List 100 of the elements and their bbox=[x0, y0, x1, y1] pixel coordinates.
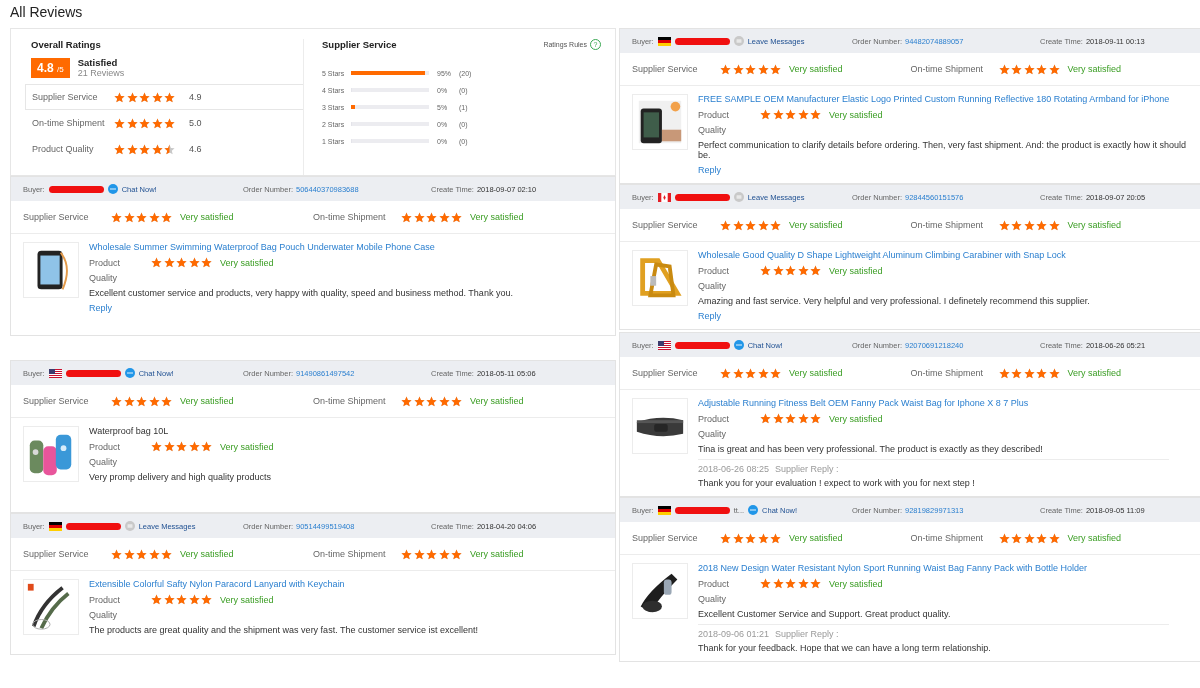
product-label: Product bbox=[698, 413, 731, 424]
star-icon bbox=[1036, 367, 1047, 379]
rating-row[interactable]: On-time Shipment 5.0 bbox=[25, 110, 303, 136]
star-icon bbox=[797, 413, 809, 424]
chat-icon[interactable] bbox=[124, 368, 135, 378]
star-icon bbox=[1023, 367, 1035, 379]
reply-link[interactable]: Reply bbox=[698, 311, 721, 321]
star-icon bbox=[1023, 219, 1035, 231]
rating-label: Supplier Service bbox=[23, 549, 90, 559]
star-icon bbox=[451, 395, 462, 407]
rating-label: Supplier Service bbox=[632, 220, 699, 230]
star-icon bbox=[161, 211, 172, 223]
score-badge: 4.8 /5 bbox=[31, 57, 70, 78]
rating-label: On-time Shipment bbox=[910, 220, 985, 230]
star-icon bbox=[772, 265, 784, 276]
star-icon bbox=[770, 219, 781, 231]
product-link[interactable]: Wholesale Summer Swimming Waterproof Bag Pouch Underwater Mobile Phone Case bbox=[89, 242, 603, 252]
rating-label: Supplier Service bbox=[632, 368, 699, 378]
quality-label: Quality bbox=[89, 457, 118, 467]
rating-row[interactable]: Supplier Service 4.9 bbox=[25, 84, 303, 110]
star-icon bbox=[114, 117, 125, 129]
star-icon bbox=[1036, 219, 1047, 231]
quality-label: Quality bbox=[698, 125, 727, 135]
message-icon[interactable] bbox=[733, 192, 744, 202]
rating-label: On-time Shipment bbox=[910, 64, 985, 74]
chat-icon[interactable] bbox=[733, 340, 744, 350]
star-icon bbox=[201, 441, 212, 452]
star-icon bbox=[745, 219, 756, 231]
star-icon bbox=[136, 395, 147, 407]
reply-link[interactable]: Reply bbox=[89, 303, 112, 313]
redaction-mark bbox=[674, 341, 730, 349]
page-title: All Reviews bbox=[9, 3, 84, 22]
star-icon bbox=[111, 211, 122, 223]
star-icon bbox=[136, 211, 147, 223]
star-icon bbox=[1011, 63, 1022, 75]
rating-verdict: Very satisfied bbox=[220, 257, 274, 268]
star-icon bbox=[760, 578, 771, 589]
star-icon bbox=[139, 91, 150, 103]
star-icon bbox=[785, 413, 796, 424]
star-icon bbox=[163, 594, 175, 605]
star-icon bbox=[114, 143, 125, 155]
star-icon bbox=[732, 532, 744, 544]
product-link[interactable]: Wholesale Good Quality D Shape Lightweight Aluminum Climbing Carabiner with Snap Lock bbox=[698, 250, 1189, 260]
star-icon bbox=[151, 441, 162, 452]
star-icon bbox=[772, 578, 784, 589]
star-icon bbox=[114, 91, 125, 103]
star-icon bbox=[148, 395, 160, 407]
star-icon bbox=[401, 211, 412, 223]
star-icon bbox=[164, 91, 175, 103]
message-icon[interactable] bbox=[733, 36, 744, 46]
star-icon bbox=[1048, 219, 1060, 231]
rating-verdict: Very satisfied bbox=[829, 109, 883, 120]
quality-label: Quality bbox=[698, 281, 727, 291]
review-comment: Tina is great and has been very professional. The product is exactly as they described! bbox=[698, 444, 1044, 454]
rating-label: Supplier Service bbox=[23, 396, 90, 406]
star-icon bbox=[123, 548, 135, 560]
star-icon bbox=[720, 219, 731, 231]
product-link[interactable]: FREE SAMPLE OEM Manufacturer Elastic Logo Printed Custom Running Reflective 180 Rotating Armband for iPhone bbox=[698, 94, 1189, 104]
review-comment: Amazing and fast service. Very helpful and very professional. I definetely recommend this supplier. bbox=[698, 296, 1091, 306]
rating-verdict: Very satisfied bbox=[829, 265, 883, 276]
star-icon bbox=[201, 257, 212, 268]
message-icon[interactable] bbox=[124, 521, 135, 531]
redaction-mark bbox=[48, 185, 104, 193]
product-link[interactable]: Extensible Colorful Safty Nylon Paracord Lanyard with Keychain bbox=[89, 579, 603, 589]
flag-icon bbox=[657, 192, 671, 202]
chat-icon[interactable] bbox=[748, 505, 759, 515]
product-title: Waterproof bag 10L bbox=[89, 426, 170, 436]
rating-verdict: Very satisfied bbox=[1067, 220, 1122, 230]
star-icon bbox=[201, 594, 212, 605]
star-icon bbox=[757, 367, 769, 379]
review-comment: Perfect communication to clarify details before ordering. Then, very fast shipment. And: the product is exactly how it should be. bbox=[698, 140, 1188, 160]
rating-label: On-time Shipment bbox=[313, 396, 387, 406]
rating-row[interactable]: Product Quality 4.6 bbox=[25, 136, 303, 162]
rating-verdict: Very satisfied bbox=[789, 220, 843, 230]
reply-link[interactable]: Reply bbox=[698, 165, 721, 175]
star-icon bbox=[163, 257, 175, 268]
product-link[interactable]: Adjustable Running Fitness Belt OEM Fanny Pack Waist Bag for Iphone X 8 7 Plus bbox=[698, 398, 1189, 408]
rating-verdict: Very satisfied bbox=[789, 368, 843, 378]
star-icon bbox=[1036, 63, 1047, 75]
section-title: Overall Ratings bbox=[31, 39, 102, 50]
star-icon bbox=[139, 143, 150, 155]
star-icon bbox=[413, 548, 425, 560]
rating-label: On-time Shipment bbox=[910, 368, 985, 378]
rating-verdict: Very satisfied bbox=[470, 549, 524, 559]
star-icon bbox=[1023, 63, 1035, 75]
star-icon bbox=[770, 367, 781, 379]
star-icon bbox=[732, 63, 744, 75]
star-icon bbox=[757, 219, 769, 231]
redaction-mark bbox=[65, 522, 121, 530]
flag-icon bbox=[657, 340, 671, 350]
rating-verdict: Very satisfied bbox=[789, 533, 843, 543]
product-link[interactable]: 2018 New Design Water Resistant Nylon Sport Running Waist Bag Fanny Pack with Bottle Holder bbox=[698, 563, 1189, 573]
rating-verdict: Very satisfied bbox=[470, 396, 524, 406]
rating-verdict: Very satisfied bbox=[829, 413, 883, 424]
review-comment: Excellent customer service and products, very happy with quality, speed and business method. Thank you. bbox=[89, 288, 514, 298]
chat-icon[interactable] bbox=[107, 184, 118, 194]
star-icon bbox=[745, 532, 756, 544]
star-icon bbox=[136, 548, 147, 560]
star-icon bbox=[188, 594, 200, 605]
flag-icon bbox=[657, 505, 671, 515]
